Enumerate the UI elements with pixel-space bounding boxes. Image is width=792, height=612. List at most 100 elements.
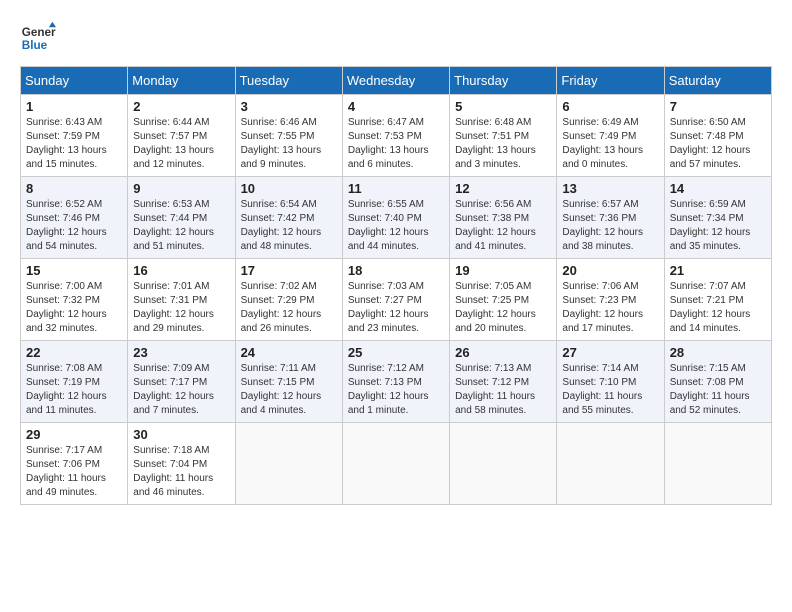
cell-info: Sunrise: 6:52 AMSunset: 7:46 PMDaylight:… [26,198,122,254]
day-number: 26 [455,345,551,360]
day-number: 11 [348,181,444,196]
calendar-cell: 19 Sunrise: 7:05 AMSunset: 7:25 PMDayligh… [450,259,557,341]
calendar-cell: 16Sunrise: 7:01 AMSunset: 7:31 PMDayligh… [128,259,235,341]
cell-info: Sunrise: 6:57 AMSunset: 7:36 PMDaylight:… [562,198,658,254]
calendar-cell: 18 Sunrise: 7:03 AMSunset: 7:27 PMDayligh… [342,259,449,341]
day-number: 3 [241,99,337,114]
calendar-cell: 3Sunrise: 6:46 AMSunset: 7:55 PMDaylight… [235,95,342,177]
day-number: 25 [348,345,444,360]
day-number: 19 [455,263,551,278]
calendar-cell [557,423,664,505]
cell-info: Sunrise: 7:08 AMSunset: 7:19 PMDaylight:… [26,362,122,418]
day-number: 20 [562,263,658,278]
logo-icon: General Blue [20,20,56,56]
calendar-header: SundayMondayTuesdayWednesdayThursdayFrid… [21,67,772,95]
day-number: 9 [133,181,229,196]
weekday-header-saturday: Saturday [664,67,771,95]
calendar-cell: 15 Sunrise: 7:00 AMSunset: 7:32 PMDayligh… [21,259,128,341]
cell-info: Sunrise: 6:59 AMSunset: 7:34 PMDaylight:… [670,198,766,254]
calendar-cell: 6 Sunrise: 6:49 AMSunset: 7:49 PMDaylight… [557,95,664,177]
weekday-header-row: SundayMondayTuesdayWednesdayThursdayFrid… [21,67,772,95]
cell-info: Sunrise: 7:07 AMSunset: 7:21 PMDaylight:… [670,280,766,336]
day-number: 13 [562,181,658,196]
calendar-cell: 11Sunrise: 6:55 AMSunset: 7:40 PMDayligh… [342,177,449,259]
calendar-cell: 22 Sunrise: 7:08 AMSunset: 7:19 PMDayligh… [21,341,128,423]
day-number: 10 [241,181,337,196]
cell-info: Sunrise: 6:54 AMSunset: 7:42 PMDaylight:… [241,198,337,254]
calendar-cell: 5 Sunrise: 6:48 AMSunset: 7:51 PMDaylight… [450,95,557,177]
day-number: 29 [26,427,122,442]
cell-info: Sunrise: 6:48 AMSunset: 7:51 PMDaylight:… [455,116,551,172]
cell-info: Sunrise: 6:53 AMSunset: 7:44 PMDaylight:… [133,198,229,254]
calendar-cell [450,423,557,505]
weekday-header-thursday: Thursday [450,67,557,95]
cell-info: Sunrise: 6:43 AMSunset: 7:59 PMDaylight:… [26,116,122,172]
calendar-cell: 10 Sunrise: 6:54 AMSunset: 7:42 PMDayligh… [235,177,342,259]
day-number: 14 [670,181,766,196]
day-number: 8 [26,181,122,196]
calendar-cell: 14 Sunrise: 6:59 AMSunset: 7:34 PMDayligh… [664,177,771,259]
day-number: 6 [562,99,658,114]
calendar-cell: 8 Sunrise: 6:52 AMSunset: 7:46 PMDaylight… [21,177,128,259]
cell-info: Sunrise: 7:02 AMSunset: 7:29 PMDaylight:… [241,280,337,336]
calendar-cell: 21 Sunrise: 7:07 AMSunset: 7:21 PMDayligh… [664,259,771,341]
cell-info: Sunrise: 7:18 AMSunset: 7:04 PMDaylight:… [133,444,229,500]
day-number: 12 [455,181,551,196]
day-number: 2 [133,99,229,114]
day-number: 15 [26,263,122,278]
cell-info: Sunrise: 7:06 AMSunset: 7:23 PMDaylight:… [562,280,658,336]
day-number: 4 [348,99,444,114]
day-number: 7 [670,99,766,114]
cell-info: Sunrise: 7:15 AMSunset: 7:08 PMDaylight:… [670,362,766,418]
day-number: 21 [670,263,766,278]
calendar-cell [235,423,342,505]
calendar-table: SundayMondayTuesdayWednesdayThursdayFrid… [20,66,772,505]
calendar-cell: 20 Sunrise: 7:06 AMSunset: 7:23 PMDayligh… [557,259,664,341]
day-number: 17 [241,263,337,278]
cell-info: Sunrise: 7:09 AMSunset: 7:17 PMDaylight:… [133,362,229,418]
calendar-week-3: 15 Sunrise: 7:00 AMSunset: 7:32 PMDayligh… [21,259,772,341]
calendar-week-5: 29 Sunrise: 7:17 AMSunset: 7:06 PMDayligh… [21,423,772,505]
calendar-cell: 4 Sunrise: 6:47 AMSunset: 7:53 PMDaylight… [342,95,449,177]
calendar-cell: 29 Sunrise: 7:17 AMSunset: 7:06 PMDayligh… [21,423,128,505]
cell-info: Sunrise: 7:00 AMSunset: 7:32 PMDaylight:… [26,280,122,336]
calendar-cell [664,423,771,505]
calendar-cell: 28 Sunrise: 7:15 AMSunset: 7:08 PMDayligh… [664,341,771,423]
calendar-week-4: 22 Sunrise: 7:08 AMSunset: 7:19 PMDayligh… [21,341,772,423]
weekday-header-monday: Monday [128,67,235,95]
cell-info: Sunrise: 6:44 AMSunset: 7:57 PMDaylight:… [133,116,229,172]
weekday-header-wednesday: Wednesday [342,67,449,95]
calendar-week-1: 1 Sunrise: 6:43 AMSunset: 7:59 PMDaylight… [21,95,772,177]
day-number: 28 [670,345,766,360]
weekday-header-tuesday: Tuesday [235,67,342,95]
cell-info: Sunrise: 7:17 AMSunset: 7:06 PMDaylight:… [26,444,122,500]
cell-info: Sunrise: 7:03 AMSunset: 7:27 PMDaylight:… [348,280,444,336]
calendar-cell: 12 Sunrise: 6:56 AMSunset: 7:38 PMDayligh… [450,177,557,259]
cell-info: Sunrise: 7:05 AMSunset: 7:25 PMDaylight:… [455,280,551,336]
cell-info: Sunrise: 7:13 AMSunset: 7:12 PMDaylight:… [455,362,551,418]
calendar-cell [342,423,449,505]
day-number: 1 [26,99,122,114]
weekday-header-sunday: Sunday [21,67,128,95]
cell-info: Sunrise: 7:12 AMSunset: 7:13 PMDaylight:… [348,362,444,418]
calendar-body: 1 Sunrise: 6:43 AMSunset: 7:59 PMDaylight… [21,95,772,505]
calendar-cell: 9 Sunrise: 6:53 AMSunset: 7:44 PMDaylight… [128,177,235,259]
day-number: 16 [133,263,229,278]
cell-info: Sunrise: 6:56 AMSunset: 7:38 PMDaylight:… [455,198,551,254]
cell-info: Sunrise: 6:50 AMSunset: 7:48 PMDaylight:… [670,116,766,172]
day-number: 30 [133,427,229,442]
logo: General Blue [20,20,62,56]
day-number: 23 [133,345,229,360]
calendar-cell: 1 Sunrise: 6:43 AMSunset: 7:59 PMDaylight… [21,95,128,177]
day-number: 18 [348,263,444,278]
day-number: 5 [455,99,551,114]
day-number: 27 [562,345,658,360]
calendar-cell: 27Sunrise: 7:14 AMSunset: 7:10 PMDayligh… [557,341,664,423]
calendar-cell: 23 Sunrise: 7:09 AMSunset: 7:17 PMDayligh… [128,341,235,423]
calendar-cell: 26 Sunrise: 7:13 AMSunset: 7:12 PMDayligh… [450,341,557,423]
cell-info: Sunrise: 6:49 AMSunset: 7:49 PMDaylight:… [562,116,658,172]
svg-text:Blue: Blue [22,39,48,52]
day-number: 22 [26,345,122,360]
calendar-cell: 2 Sunrise: 6:44 AMSunset: 7:57 PMDaylight… [128,95,235,177]
cell-info: Sunrise: 6:47 AMSunset: 7:53 PMDaylight:… [348,116,444,172]
